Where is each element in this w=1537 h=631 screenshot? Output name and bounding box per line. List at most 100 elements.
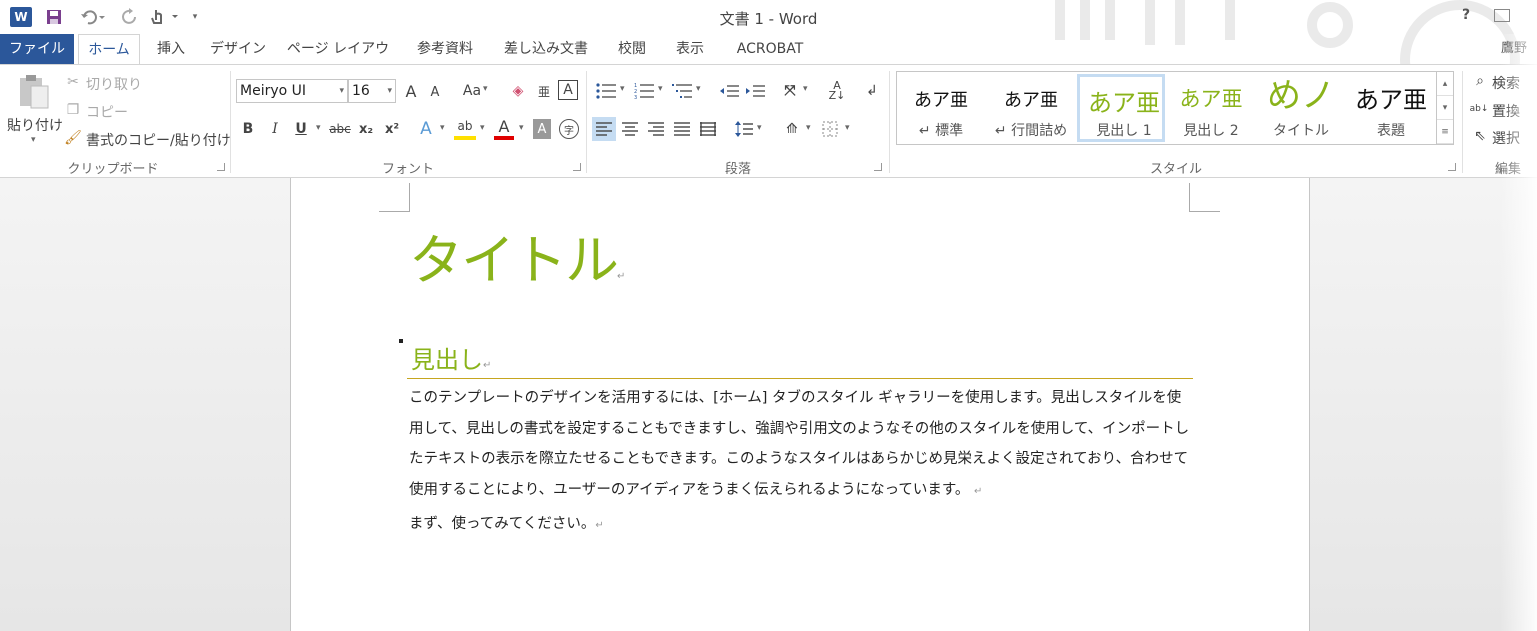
font-color-swatch: [494, 136, 514, 140]
help-button[interactable]: ?: [1462, 7, 1470, 23]
paragraph-launcher-icon[interactable]: [874, 163, 882, 171]
line-spacing-dropdown-icon[interactable]: ▾: [757, 123, 762, 133]
character-border-icon[interactable]: A: [558, 80, 578, 100]
paragraph-mark: ↵: [483, 360, 492, 371]
document-title[interactable]: タイトル↵: [409, 216, 626, 295]
underline-button[interactable]: U: [292, 119, 310, 139]
replace-button[interactable]: 置換: [1492, 101, 1520, 121]
paste-icon[interactable]: [16, 73, 52, 109]
justify-icon[interactable]: [670, 117, 694, 141]
cut-button[interactable]: 切り取り: [86, 74, 142, 94]
enclose-characters-button[interactable]: 字: [559, 119, 579, 139]
text-effects-dropdown-icon[interactable]: ▾: [440, 123, 445, 133]
italic-button[interactable]: I: [266, 119, 284, 139]
numbering-icon[interactable]: 123: [632, 81, 658, 101]
change-case-button[interactable]: Aa: [460, 81, 484, 101]
clipboard-launcher-icon[interactable]: [217, 163, 225, 171]
tab-acrobat[interactable]: ACROBAT: [726, 34, 814, 64]
style-no-spacing[interactable]: あア亜 ↵ 行間詰め: [987, 74, 1075, 142]
align-center-icon[interactable]: [618, 117, 642, 141]
style-heading-2[interactable]: あア亜 見出し 2: [1167, 74, 1255, 142]
asian-layout-dropdown-icon[interactable]: ▾: [803, 84, 808, 94]
multilevel-list-icon[interactable]: [670, 81, 696, 101]
numbering-dropdown-icon[interactable]: ▾: [658, 84, 663, 94]
document-page[interactable]: タイトル↵ 見出し↵ このテンプレートのデザインを活用するには、[ホーム] タブ…: [290, 178, 1310, 631]
phonetic-guide-icon[interactable]: 亜: [535, 81, 553, 101]
tab-file[interactable]: ファイル: [0, 34, 74, 64]
gallery-more-icon[interactable]: ≡: [1437, 120, 1453, 144]
underline-dropdown-icon[interactable]: ▾: [316, 123, 321, 133]
tab-insert[interactable]: 挿入: [150, 34, 192, 64]
tab-home[interactable]: ホーム: [78, 34, 140, 65]
style-name: タイトル: [1273, 123, 1329, 139]
document-paragraph-2[interactable]: まず、使ってみてください。↵: [409, 512, 1195, 533]
grow-font-button[interactable]: A: [402, 81, 420, 101]
select-cursor-icon[interactable]: ⇖: [1470, 127, 1490, 145]
tab-design[interactable]: デザイン: [206, 34, 270, 64]
style-subtitle[interactable]: あア亜 表題: [1347, 74, 1435, 142]
bold-button[interactable]: B: [239, 119, 257, 139]
ribbon-display-options-icon[interactable]: [1494, 9, 1510, 22]
font-color-dropdown-icon[interactable]: ▾: [519, 123, 524, 133]
superscript-button[interactable]: x²: [382, 119, 402, 139]
strikethrough-button[interactable]: abc: [328, 119, 352, 139]
decrease-indent-icon[interactable]: [718, 81, 740, 101]
gallery-down-icon[interactable]: ▾: [1437, 96, 1453, 120]
bullets-icon[interactable]: [594, 81, 620, 101]
shrink-font-button[interactable]: A: [426, 83, 444, 101]
tab-page-layout[interactable]: ページ レイアウト: [282, 34, 394, 87]
select-button[interactable]: 選択: [1492, 128, 1520, 148]
format-painter-icon[interactable]: 🖌: [64, 129, 82, 147]
tab-review[interactable]: 校閲: [610, 34, 654, 64]
copy-icon[interactable]: ❐: [64, 101, 82, 119]
format-painter-button[interactable]: 書式のコピー/貼り付け: [86, 130, 231, 150]
sort-icon[interactable]: A Z↓: [826, 79, 848, 103]
shading-icon[interactable]: ⟰: [780, 117, 804, 141]
find-button[interactable]: 検索: [1492, 73, 1520, 93]
font-size-combo[interactable]: 16 ▾: [348, 79, 396, 103]
text-effects-button[interactable]: A: [416, 119, 436, 139]
tab-view[interactable]: 表示: [668, 34, 712, 64]
character-shading-button[interactable]: A: [533, 119, 551, 139]
highlight-button[interactable]: ab: [454, 117, 476, 135]
tab-mailings[interactable]: 差し込み文書: [496, 34, 596, 64]
tab-references[interactable]: 参考資料: [408, 34, 482, 64]
replace-icon[interactable]: ab↓: [1468, 100, 1490, 118]
highlight-color-swatch: [454, 136, 476, 140]
paste-button[interactable]: 貼り付け: [7, 115, 63, 135]
asian-layout-icon[interactable]: ⤧: [778, 81, 802, 101]
styles-launcher-icon[interactable]: [1448, 163, 1456, 171]
clear-formatting-icon[interactable]: ◈: [508, 81, 528, 101]
shading-dropdown-icon[interactable]: ▾: [806, 123, 811, 133]
align-right-icon[interactable]: [644, 117, 668, 141]
increase-indent-icon[interactable]: [744, 81, 766, 101]
distributed-icon[interactable]: [696, 117, 720, 141]
highlight-dropdown-icon[interactable]: ▾: [480, 123, 485, 133]
group-separator: [586, 71, 587, 173]
clipboard-group-label: クリップボード: [67, 162, 159, 177]
font-name-combo[interactable]: Meiryo UI ▾: [236, 79, 348, 103]
gallery-up-icon[interactable]: ▴: [1437, 72, 1453, 96]
font-launcher-icon[interactable]: [573, 163, 581, 171]
align-left-icon[interactable]: [592, 117, 616, 141]
borders-dropdown-icon[interactable]: ▾: [845, 123, 850, 133]
account-name[interactable]: 鷹野: [1494, 34, 1534, 64]
document-heading[interactable]: 見出し↵: [411, 340, 491, 375]
multilevel-dropdown-icon[interactable]: ▾: [696, 84, 701, 94]
style-title[interactable]: めノ タイトル: [1257, 74, 1345, 142]
style-normal[interactable]: あア亜 ↵ 標準: [897, 74, 985, 142]
line-spacing-icon[interactable]: [732, 117, 756, 141]
subscript-button[interactable]: x₂: [356, 119, 376, 139]
font-color-button[interactable]: A: [494, 117, 514, 136]
borders-icon[interactable]: [818, 117, 842, 141]
copy-button[interactable]: コピー: [86, 102, 128, 122]
paste-dropdown-icon[interactable]: ▾: [31, 135, 36, 145]
cut-icon[interactable]: ✂: [64, 73, 82, 91]
style-heading-1[interactable]: あア亜 見出し 1: [1077, 74, 1165, 142]
change-case-dropdown-icon[interactable]: ▾: [483, 84, 488, 94]
document-paragraph-text: このテンプレートのデザインを活用するには、[ホーム] タブのスタイル ギャラリー…: [409, 390, 1190, 498]
show-formatting-marks-icon[interactable]: ↲: [862, 81, 882, 101]
bullets-dropdown-icon[interactable]: ▾: [620, 84, 625, 94]
document-paragraph[interactable]: このテンプレートのデザインを活用するには、[ホーム] タブのスタイル ギャラリー…: [409, 383, 1195, 507]
find-icon[interactable]: ⌕: [1470, 72, 1490, 90]
